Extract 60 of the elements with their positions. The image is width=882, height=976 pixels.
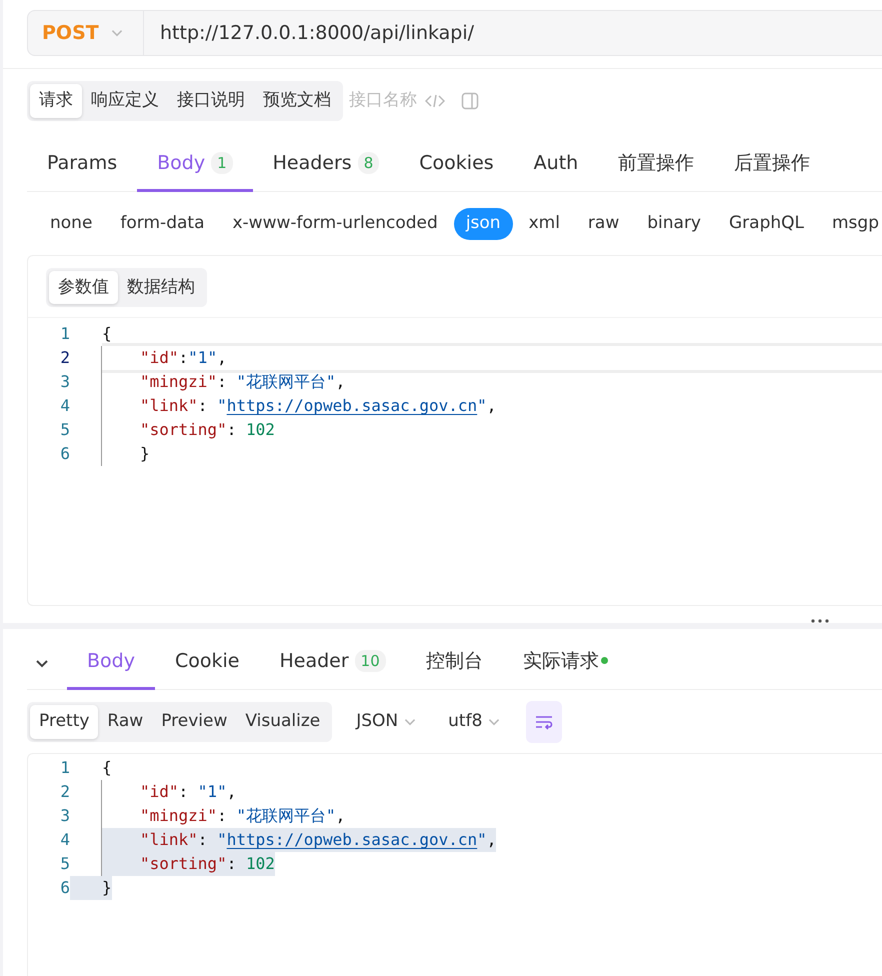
code-line: "id": "1", (139, 781, 236, 803)
code-line: } (139, 443, 150, 465)
body-type-option[interactable]: form-data (108, 208, 216, 240)
code-line: { (101, 323, 112, 345)
view-tab[interactable]: Raw (98, 705, 152, 739)
code-line: "link": "https://opweb.sasac.gov.cn", (139, 395, 496, 417)
wrap-icon (534, 714, 554, 730)
body-type-option[interactable]: x-www-form-urlencoded (220, 208, 450, 240)
drag-handle-icon[interactable] (811, 618, 829, 622)
count-badge: 10 (354, 650, 386, 672)
body-type-option[interactable]: none (38, 208, 104, 240)
line-number: 1 (59, 757, 70, 779)
response-tab[interactable]: Body (67, 638, 155, 690)
line-number: 5 (59, 853, 70, 875)
format-dropdown[interactable]: JSON (350, 708, 424, 736)
request-tab[interactable]: Auth (514, 140, 598, 192)
count-badge: 1 (211, 152, 233, 174)
code-line: "mingzi": "花联网平台", (139, 371, 346, 393)
request-tab[interactable]: Cookies (399, 140, 514, 192)
url-bar[interactable]: POST http://127.0.0.1:8000/api/linkapi/ (27, 10, 882, 56)
param-tab[interactable]: 数据结构 (118, 270, 204, 304)
request-tab[interactable]: Params (27, 140, 138, 192)
mode-tab[interactable]: 请求 (30, 84, 82, 118)
body-type-option[interactable]: GraphQL (717, 208, 816, 240)
line-number: 1 (59, 323, 70, 345)
response-tab[interactable]: 控制台 (406, 638, 503, 690)
request-tab[interactable]: Headers 8 (252, 140, 400, 192)
response-tab[interactable]: Header 10 (259, 638, 406, 690)
request-tab[interactable]: 后置操作 (714, 140, 830, 192)
line-number: 3 (59, 805, 70, 827)
wrap-button[interactable] (526, 701, 562, 743)
view-tab[interactable]: Pretty (30, 705, 98, 739)
response-tab[interactable]: 实际请求 (502, 638, 628, 690)
code-line: "mingzi": "花联网平台", (139, 805, 346, 827)
code-line: { (101, 757, 112, 779)
code-line: "sorting": 102 (139, 419, 275, 441)
line-number: 4 (59, 395, 70, 417)
mode-tab[interactable]: 响应定义 (82, 84, 168, 118)
view-tab[interactable]: Visualize (236, 705, 330, 739)
count-badge: 8 (358, 152, 380, 174)
mode-tab[interactable]: 预览文档 (254, 84, 340, 118)
line-number: 2 (59, 781, 70, 803)
line-number: 6 (59, 443, 70, 465)
param-tab[interactable]: 参数值 (49, 270, 118, 304)
body-type-option[interactable]: xml (516, 208, 572, 240)
body-type-option[interactable]: raw (576, 208, 632, 240)
body-type-option[interactable]: msgp (820, 208, 882, 240)
line-number: 6 (59, 877, 70, 899)
request-tab[interactable]: 前置操作 (598, 140, 714, 192)
response-tab[interactable]: Cookie (154, 638, 260, 690)
url-text: http://127.0.0.1:8000/api/linkapi/ (159, 20, 474, 46)
request-tab[interactable]: Body 1 (137, 140, 253, 192)
mode-tab[interactable]: 接口说明 (168, 84, 254, 118)
view-tab[interactable]: Preview (152, 705, 236, 739)
body-type-option[interactable]: binary (635, 208, 713, 240)
format-dropdown[interactable]: utf8 (442, 708, 508, 736)
line-number: 2 (59, 347, 70, 369)
line-number: 3 (59, 371, 70, 393)
line-number: 4 (59, 829, 70, 851)
line-number: 5 (59, 419, 70, 441)
